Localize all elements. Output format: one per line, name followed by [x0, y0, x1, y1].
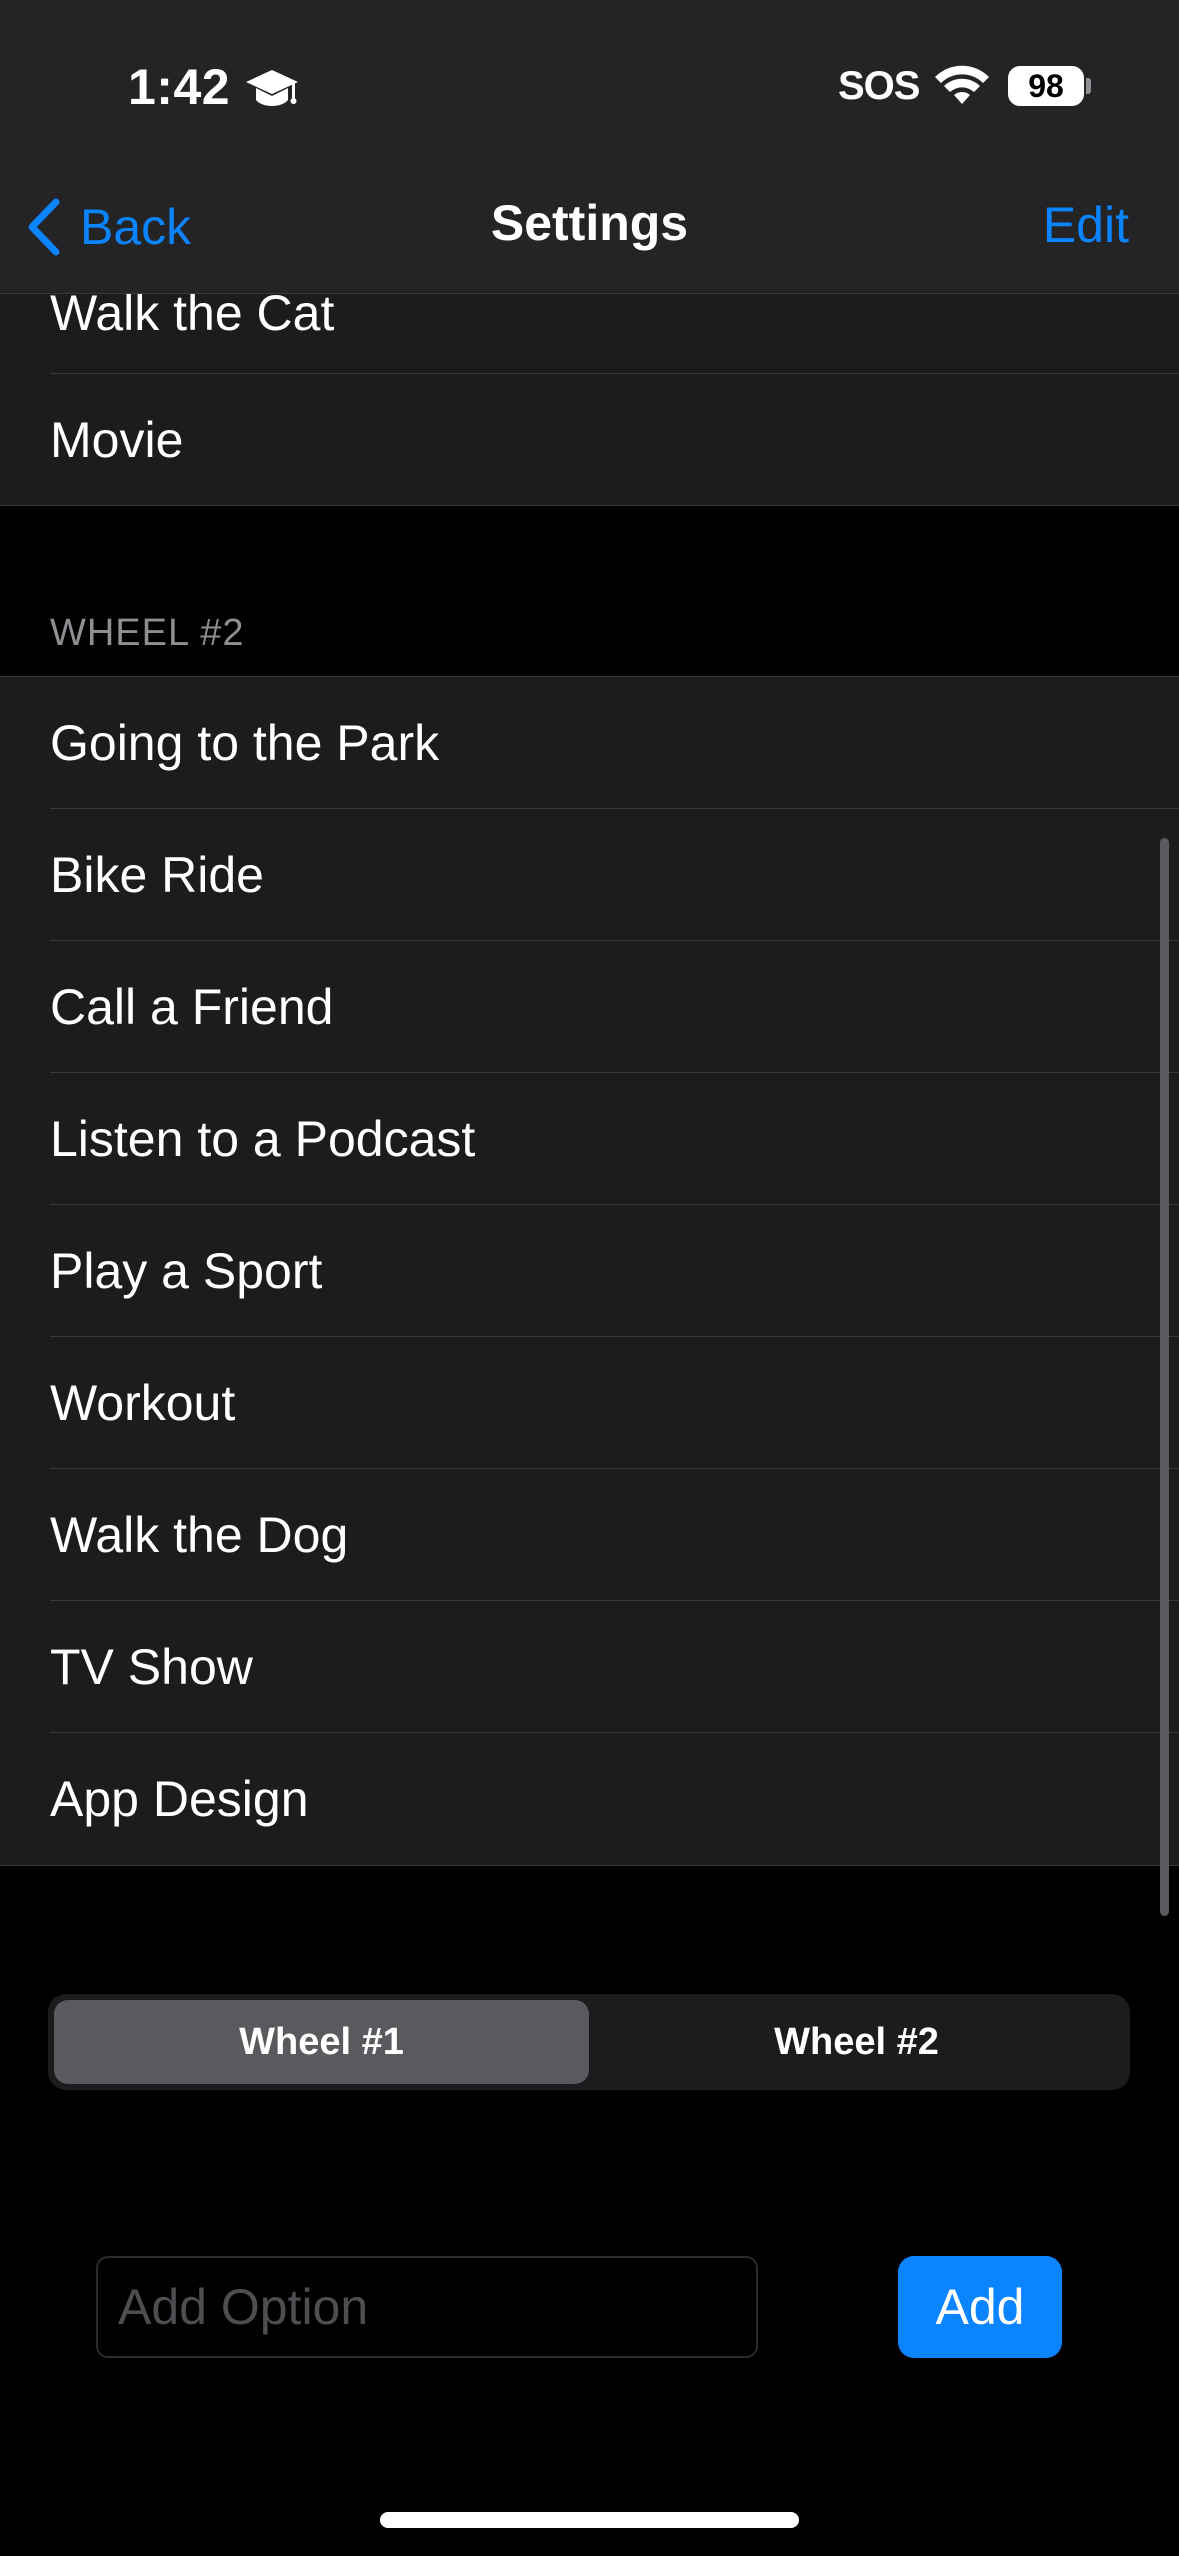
list-item[interactable]: Bike Ride: [0, 809, 1179, 941]
list-item-label: Play a Sport: [50, 1243, 323, 1299]
list-item[interactable]: Workout: [0, 1337, 1179, 1469]
list-item-label: Walk the Dog: [50, 1507, 349, 1563]
list-item[interactable]: TV Show: [0, 1601, 1179, 1733]
list-item-label: Bike Ride: [50, 847, 264, 903]
list-item-label: Going to the Park: [50, 715, 440, 771]
wheel2-list: Going to the Park Bike Ride Call a Frien…: [0, 676, 1179, 1866]
list-item[interactable]: Play a Sport: [0, 1205, 1179, 1337]
list-item[interactable]: Walk the Dog: [0, 1469, 1179, 1601]
wheel1-list: Walk the Cat Movie: [0, 260, 1179, 506]
section-header-wheel2: WHEEL #2: [50, 612, 245, 654]
list-item[interactable]: App Design: [0, 1733, 1179, 1865]
add-button[interactable]: Add: [898, 2256, 1062, 2358]
battery-icon: 98: [1008, 66, 1084, 106]
add-option-input[interactable]: [96, 2256, 758, 2358]
scroll-indicator[interactable]: [1160, 838, 1169, 1916]
home-indicator[interactable]: [380, 2512, 799, 2528]
list-item-label: Listen to a Podcast: [50, 1111, 476, 1167]
wifi-icon: [935, 65, 989, 104]
list-item[interactable]: Listen to a Podcast: [0, 1073, 1179, 1205]
graduation-cap-icon: [246, 70, 298, 106]
status-carrier: SOS: [838, 64, 920, 108]
segment-wheel1[interactable]: Wheel #1: [54, 2000, 589, 2084]
wheel-segmented-control: Wheel #1 Wheel #2: [48, 1994, 1130, 2090]
list-item-label: App Design: [50, 1771, 309, 1827]
screen: Walk the Cat Movie WHEEL #2 Going to the…: [0, 0, 1179, 2556]
page-title: Settings: [490, 195, 689, 251]
list-item-label: Workout: [50, 1375, 236, 1431]
segment-wheel2[interactable]: Wheel #2: [589, 2000, 1124, 2084]
list-item[interactable]: Movie: [0, 374, 1179, 506]
battery-tip: [1086, 78, 1091, 94]
status-time: 1:42: [128, 59, 231, 115]
list-item-label: Call a Friend: [50, 979, 334, 1035]
list-item[interactable]: Call a Friend: [0, 941, 1179, 1073]
list-item-label: Movie: [50, 412, 184, 468]
navigation-header: 1:42 SOS 98 Back Settings Edit: [0, 0, 1179, 294]
list-item[interactable]: Going to the Park: [0, 677, 1179, 809]
list-item-label: TV Show: [50, 1639, 253, 1695]
battery-level: 98: [1028, 67, 1064, 104]
edit-button[interactable]: Edit: [1043, 196, 1129, 254]
